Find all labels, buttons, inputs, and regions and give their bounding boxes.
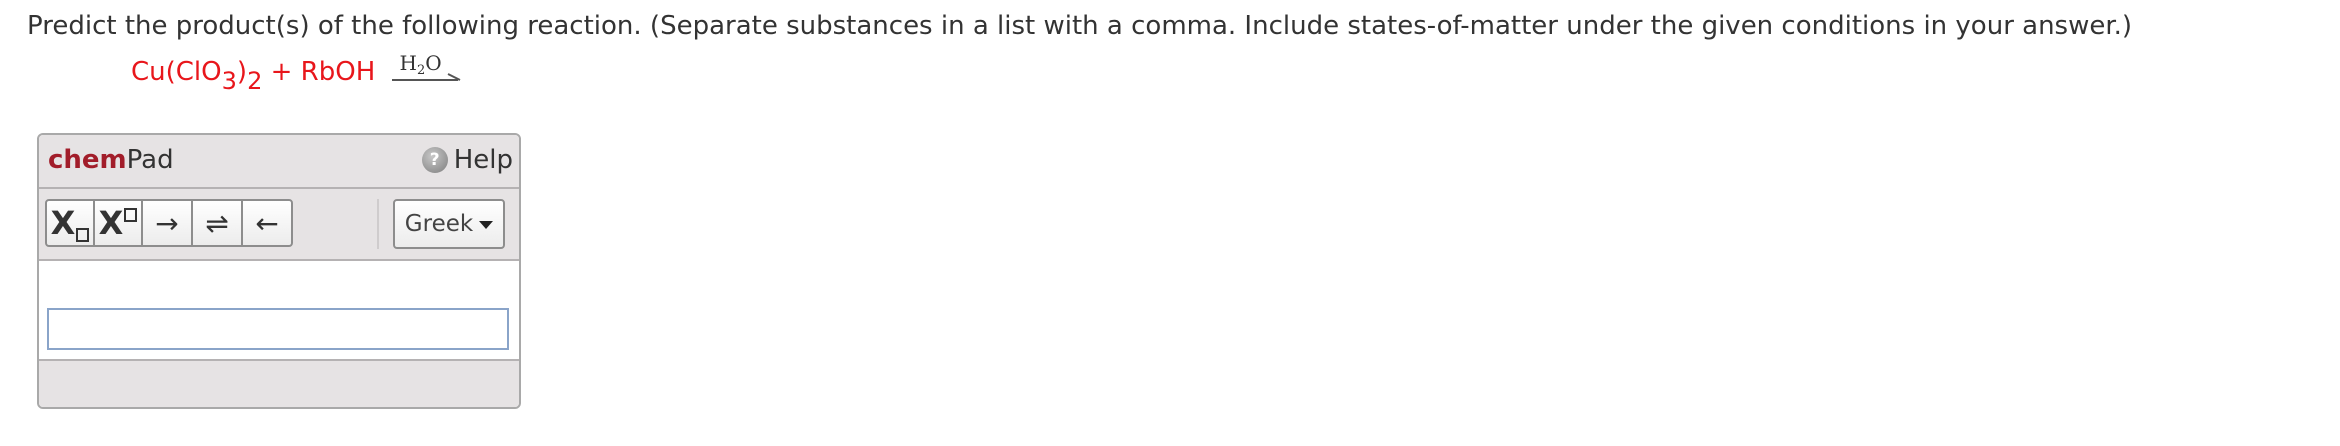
chempad-toolbar: X X → ⇌ ← Greek <box>39 189 519 261</box>
caret-down-icon <box>479 221 494 229</box>
subscript-button[interactable]: X <box>45 199 95 247</box>
toolbar-divider <box>377 199 379 249</box>
format-button-group: X X → ⇌ ← <box>45 199 293 247</box>
reaction-arrow: H2O <box>390 52 466 88</box>
right-arrow-icon <box>391 73 460 81</box>
left-arrow-icon: ← <box>255 206 279 240</box>
chempad-footer <box>39 361 519 407</box>
question-mark-icon: ? <box>421 147 448 173</box>
greek-label: Greek <box>404 211 474 237</box>
chempad-header: chemPad ? Help <box>39 135 519 189</box>
answer-input[interactable] <box>47 308 509 350</box>
greek-dropdown[interactable]: Greek <box>393 199 505 249</box>
equilibrium-arrow-icon: ⇌ <box>205 206 229 240</box>
help-button[interactable]: ? Help <box>421 145 513 175</box>
chempad-widget: chemPad ? Help X X → ⇌ ← Greek <box>37 133 521 409</box>
reactant-rubidium-hydroxide: RbOH <box>300 57 376 87</box>
subscript-icon: X <box>51 204 90 242</box>
right-arrow-button[interactable]: → <box>141 199 193 247</box>
chempad-body <box>39 261 519 361</box>
reactant-copper-chlorate: Cu(ClO3)2 <box>131 57 263 95</box>
superscript-icon: X <box>99 204 138 242</box>
chempad-title: chemPad <box>48 145 174 175</box>
equilibrium-arrow-button[interactable]: ⇌ <box>191 199 243 247</box>
right-arrow-icon: → <box>155 206 179 240</box>
plus-sign: + <box>262 57 301 87</box>
help-label: Help <box>453 145 513 175</box>
question-prompt: Predict the product(s) of the following … <box>27 11 2133 41</box>
reaction-equation: Cu(ClO3)2 + RbOH H2O <box>131 52 466 95</box>
superscript-button[interactable]: X <box>93 199 143 247</box>
left-arrow-button[interactable]: ← <box>241 199 293 247</box>
